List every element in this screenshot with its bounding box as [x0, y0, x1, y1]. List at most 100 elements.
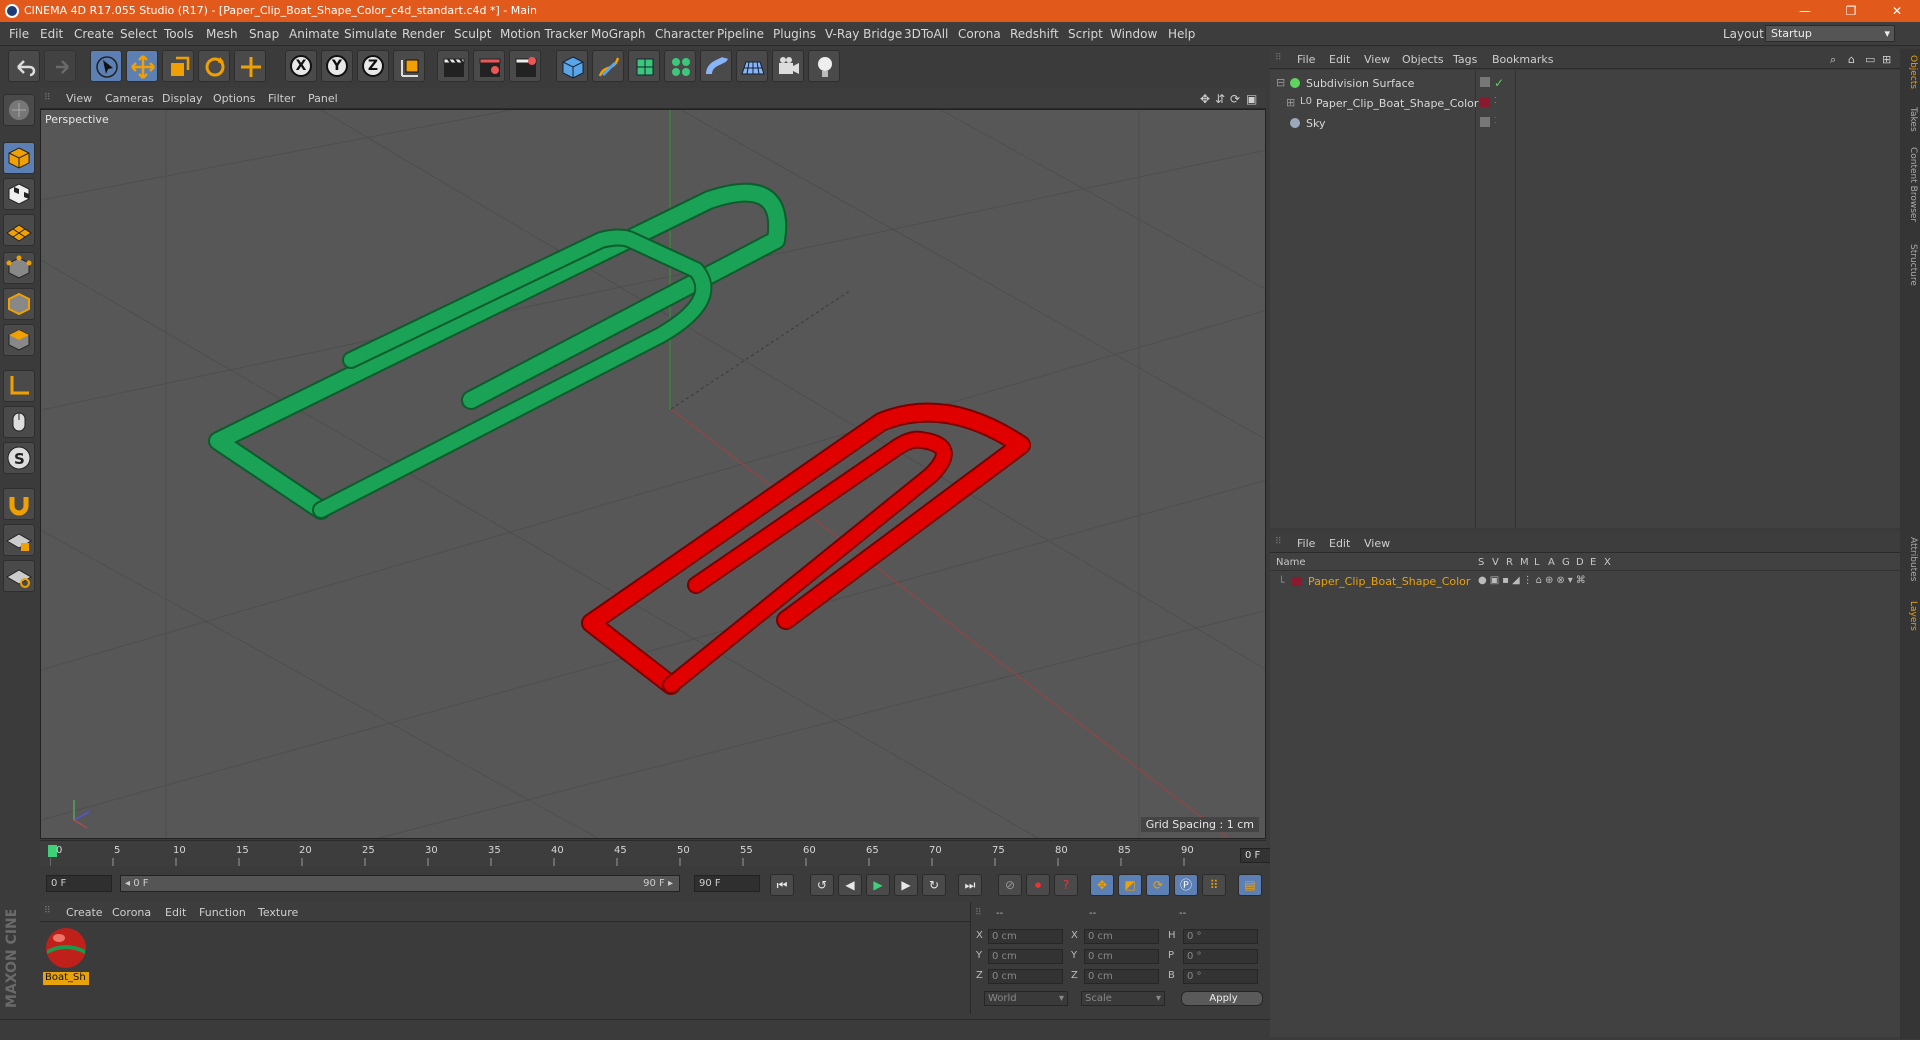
- add-light-button[interactable]: [808, 50, 840, 82]
- object-row-subdivision-surface[interactable]: ⊟ Subdivision Surface ✓: [1270, 74, 1900, 93]
- snap-button[interactable]: [3, 488, 35, 520]
- layer-color-swatch[interactable]: [1292, 577, 1301, 586]
- menu-help[interactable]: Help: [1168, 27, 1195, 41]
- layer-col-view[interactable]: V: [1492, 557, 1499, 568]
- viewport-menu-options[interactable]: Options: [213, 92, 255, 105]
- viewport-menu-filter[interactable]: Filter: [268, 92, 295, 105]
- add-subdivision-surface-button[interactable]: [628, 50, 660, 82]
- record-keys-button[interactable]: ⊘: [998, 874, 1022, 896]
- layer-menu-file[interactable]: File: [1297, 537, 1315, 550]
- layer-menu-view[interactable]: View: [1364, 537, 1390, 550]
- layer-col-animation[interactable]: A: [1548, 557, 1555, 568]
- menu-motion-tracker[interactable]: Motion Tracker: [500, 27, 588, 41]
- object-menu-objects[interactable]: Objects: [1402, 53, 1444, 66]
- add-deformer-button[interactable]: [700, 50, 732, 82]
- rot-h-field[interactable]: 0 °: [1183, 929, 1258, 944]
- enabled-check-icon[interactable]: ✓: [1494, 76, 1504, 90]
- home-icon[interactable]: ⌂: [1848, 53, 1855, 66]
- layout-dropdown[interactable]: Startup ▾: [1765, 25, 1895, 42]
- viewport-menu-view[interactable]: View: [66, 92, 92, 105]
- layer-col-deformers[interactable]: D: [1576, 557, 1584, 568]
- autokey-button[interactable]: ⏺: [1026, 874, 1050, 896]
- viewport-menu-panel[interactable]: Panel: [308, 92, 338, 105]
- layer-toggle-icons[interactable]: ●▣▪◢⋮⌂⊕⊗▾⌘: [1478, 575, 1589, 586]
- minimize-button[interactable]: —: [1782, 0, 1828, 22]
- model-mode-button[interactable]: [3, 142, 35, 174]
- menu-window[interactable]: Window: [1110, 27, 1157, 41]
- menu-mesh[interactable]: Mesh: [206, 27, 238, 41]
- add-floor-button[interactable]: [736, 50, 768, 82]
- scale-tool-button[interactable]: [162, 50, 194, 82]
- material-menu-corona[interactable]: Corona: [112, 906, 151, 919]
- render-settings-button[interactable]: [509, 50, 541, 82]
- add-mograph-cloner-button[interactable]: [664, 50, 696, 82]
- start-frame-field[interactable]: 0 F: [46, 875, 112, 892]
- editor-visibility-icon[interactable]: [1480, 77, 1490, 87]
- menu-snap[interactable]: Snap: [249, 27, 279, 41]
- coordinate-system-button[interactable]: [393, 50, 425, 82]
- previous-key-button[interactable]: ↺: [810, 874, 834, 896]
- size-mode-dropdown[interactable]: Scale ▾: [1081, 991, 1165, 1006]
- side-tab-takes[interactable]: Takes: [1902, 107, 1918, 132]
- timeline-ruler[interactable]: 0 5 10 15 20 25 30 35 40 45 50 55 60 65 …: [40, 840, 1304, 866]
- perspective-viewport[interactable]: Perspective Grid Spacing : 1 cm: [40, 109, 1266, 839]
- visibility-dots-icon[interactable]: ⁚: [1494, 116, 1497, 125]
- rotate-tool-button[interactable]: [198, 50, 230, 82]
- workplane-mode-button[interactable]: [3, 214, 35, 246]
- layer-col-solo[interactable]: S: [1478, 557, 1484, 568]
- parameter-key-button[interactable]: Ⓟ: [1174, 874, 1198, 896]
- edges-mode-button[interactable]: [3, 288, 35, 320]
- redo-button[interactable]: [44, 50, 76, 82]
- menu-file[interactable]: File: [9, 27, 29, 41]
- menu-3dtoall[interactable]: 3DToAll: [904, 27, 948, 41]
- previous-frame-button[interactable]: ◀: [838, 874, 862, 896]
- pos-y-field[interactable]: 0 cm: [988, 949, 1063, 964]
- object-row-sky[interactable]: Sky ⁚: [1270, 114, 1900, 133]
- keyframe-selection-button[interactable]: ?: [1054, 874, 1078, 896]
- menu-vray-bridge[interactable]: V-Ray Bridge: [825, 27, 902, 41]
- panel-options-icon[interactable]: ⊞: [1882, 53, 1891, 66]
- search-icon[interactable]: ⌕: [1830, 53, 1836, 67]
- layer-col-xref[interactable]: X: [1604, 557, 1611, 568]
- object-menu-view[interactable]: View: [1364, 53, 1390, 66]
- pos-x-field[interactable]: 0 cm: [988, 929, 1063, 944]
- maximize-button[interactable]: ❐: [1828, 0, 1874, 22]
- menu-pipeline[interactable]: Pipeline: [717, 27, 764, 41]
- viewport-menu-display[interactable]: Display: [162, 92, 203, 105]
- next-frame-button[interactable]: ▶: [894, 874, 918, 896]
- menu-simulate[interactable]: Simulate: [344, 27, 397, 41]
- rotation-key-button[interactable]: ⟳: [1146, 874, 1170, 896]
- menu-create[interactable]: Create: [74, 27, 114, 41]
- make-editable-button[interactable]: [3, 94, 35, 126]
- new-window-icon[interactable]: ▭: [1865, 53, 1875, 66]
- end-frame-field[interactable]: 90 F: [694, 875, 760, 892]
- material-menu-function[interactable]: Function: [199, 906, 246, 919]
- editor-visibility-icon[interactable]: [1480, 117, 1490, 127]
- close-button[interactable]: ✕: [1874, 0, 1920, 22]
- object-menu-bookmarks[interactable]: Bookmarks: [1492, 53, 1553, 66]
- side-tab-objects[interactable]: Objects: [1902, 55, 1918, 89]
- object-menu-file[interactable]: File: [1297, 53, 1315, 66]
- object-row-paper-clip[interactable]: ⊞ L0 Paper_Clip_Boat_Shape_Color ⁚: [1270, 94, 1900, 113]
- enable-axis-button[interactable]: [3, 370, 35, 402]
- menu-render[interactable]: Render: [402, 27, 445, 41]
- menu-sculpt[interactable]: Sculpt: [454, 27, 491, 41]
- layer-col-locked[interactable]: L: [1534, 557, 1540, 568]
- z-axis-lock-button[interactable]: Z: [357, 50, 389, 82]
- viewport-zoom-icon[interactable]: ⇵: [1215, 92, 1225, 106]
- viewport-menu-cameras[interactable]: Cameras: [105, 92, 154, 105]
- y-axis-lock-button[interactable]: Y: [321, 50, 353, 82]
- live-selection-button[interactable]: [90, 50, 122, 82]
- lock-workplane-button[interactable]: [3, 524, 35, 556]
- recent-tools-button[interactable]: [234, 50, 266, 82]
- position-key-button[interactable]: ✥: [1090, 874, 1114, 896]
- menu-select[interactable]: Select: [120, 27, 157, 41]
- polygons-mode-button[interactable]: [3, 324, 35, 356]
- visibility-dots-icon[interactable]: ⁚: [1494, 96, 1497, 105]
- layer-color-icon[interactable]: [1480, 97, 1490, 107]
- menu-script[interactable]: Script: [1068, 27, 1103, 41]
- menu-animate[interactable]: Animate: [289, 27, 339, 41]
- side-tab-structure[interactable]: Structure: [1902, 244, 1918, 286]
- viewport-layout-icon[interactable]: ▣: [1246, 92, 1257, 106]
- size-y-field[interactable]: 0 cm: [1084, 949, 1159, 964]
